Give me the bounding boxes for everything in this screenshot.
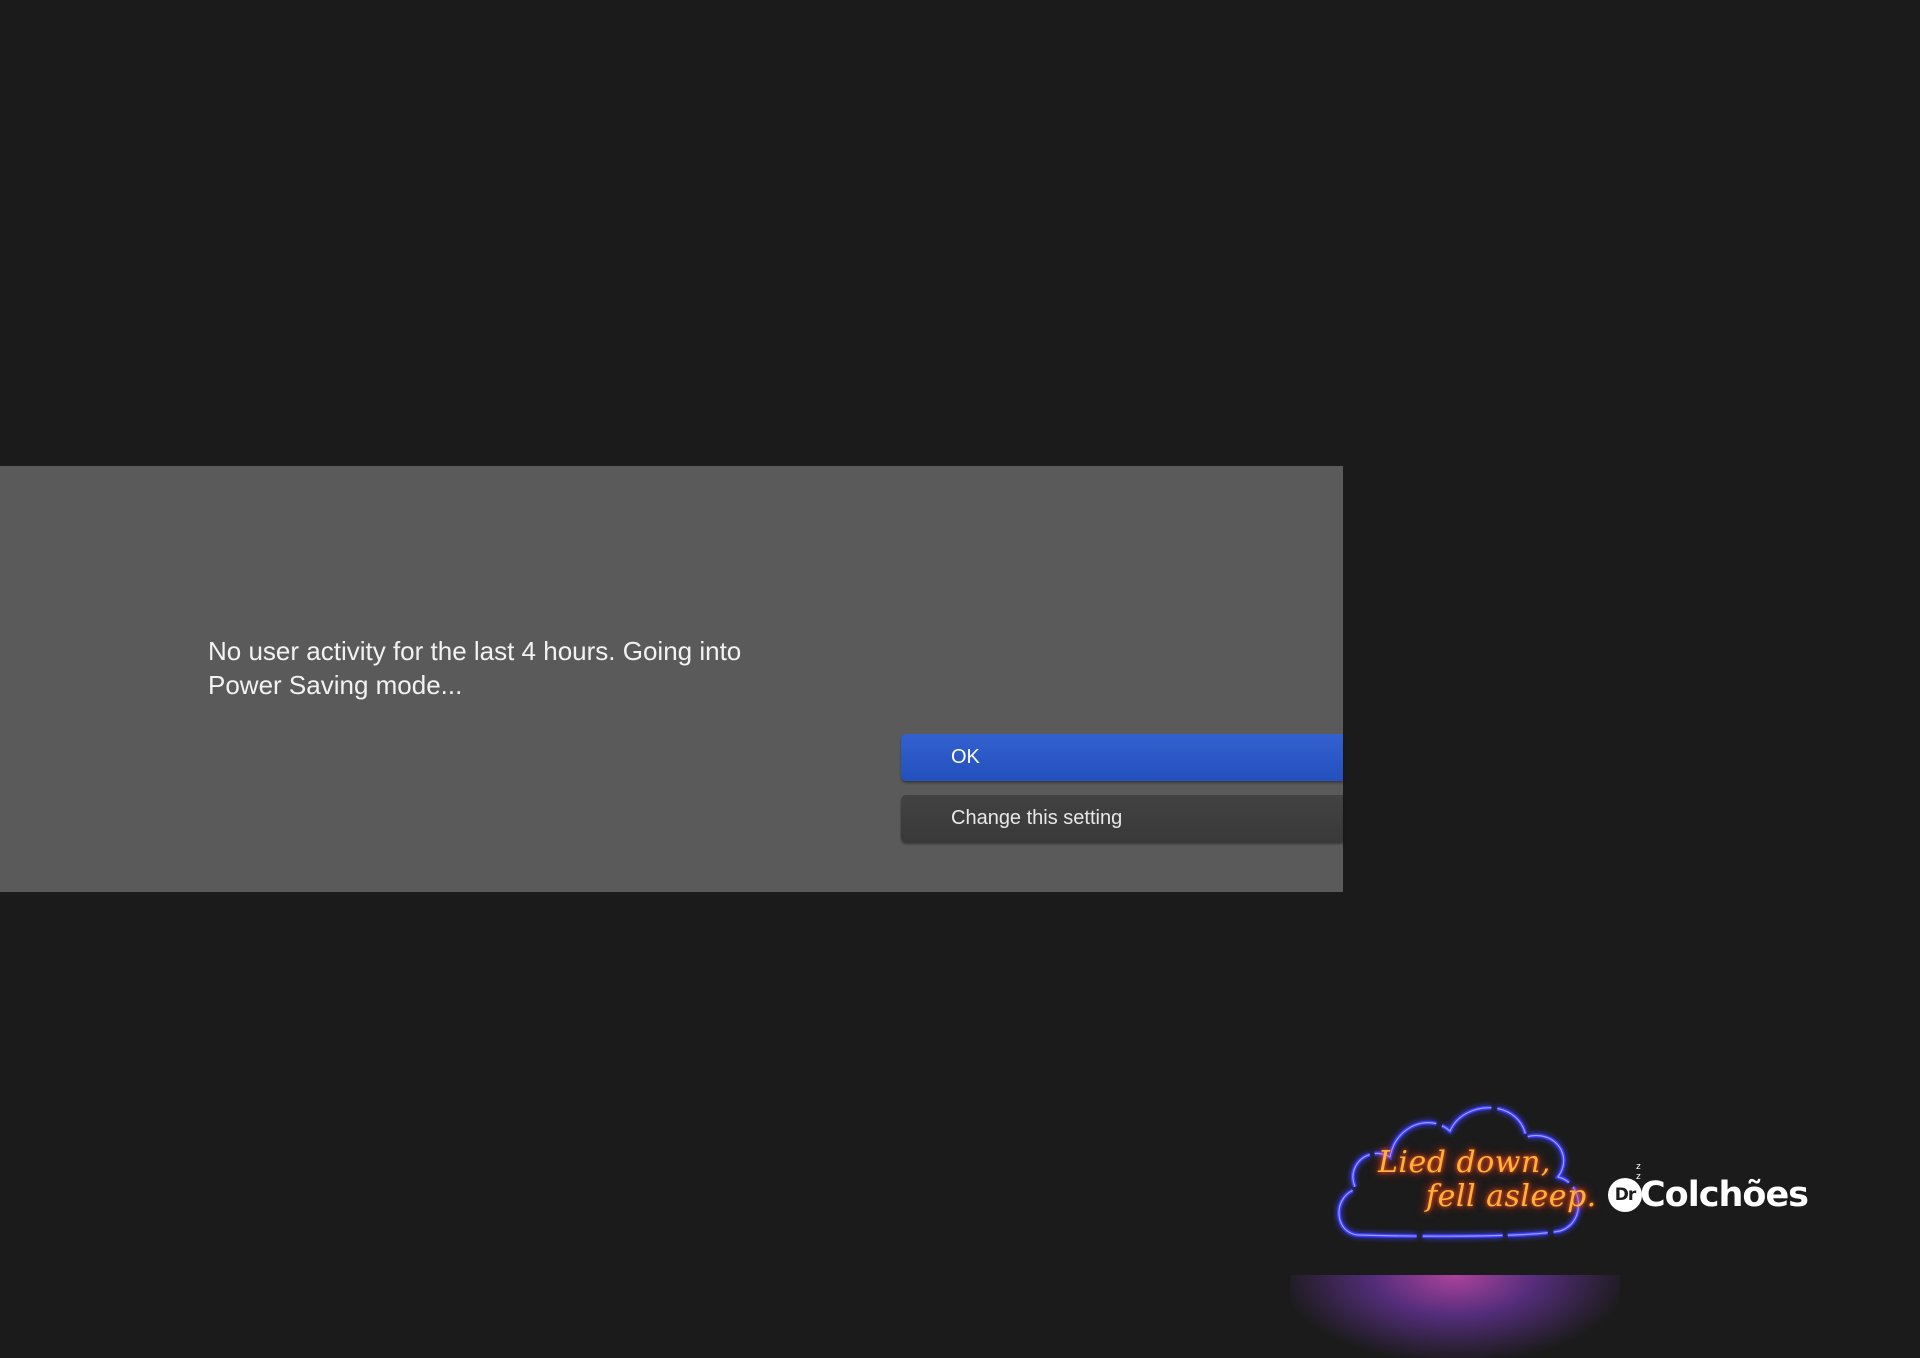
sleep-z-icon: z z (1636, 1162, 1641, 1182)
neon-text-line1: Lied down, (1378, 1145, 1551, 1180)
ok-button[interactable]: OK (901, 734, 1343, 781)
brand-name: Colchões (1640, 1175, 1809, 1215)
brand-badge: Dr z z (1608, 1162, 1642, 1212)
dialog-message: No user activity for the last 4 hours. G… (208, 636, 742, 700)
neon-floor-glow (1290, 1275, 1620, 1358)
power-saving-dialog: No user activity for the last 4 hours. G… (0, 466, 1343, 892)
neon-text-line2: fell asleep. (1426, 1179, 1597, 1214)
change-setting-button[interactable]: Change this setting (901, 795, 1343, 842)
brand-logo: Dr z z Colchões (1608, 1162, 1809, 1220)
brand-prefix: Dr (1614, 1185, 1636, 1205)
neon-cloud-sign: Lied down, fell asleep. (1330, 1085, 1596, 1255)
